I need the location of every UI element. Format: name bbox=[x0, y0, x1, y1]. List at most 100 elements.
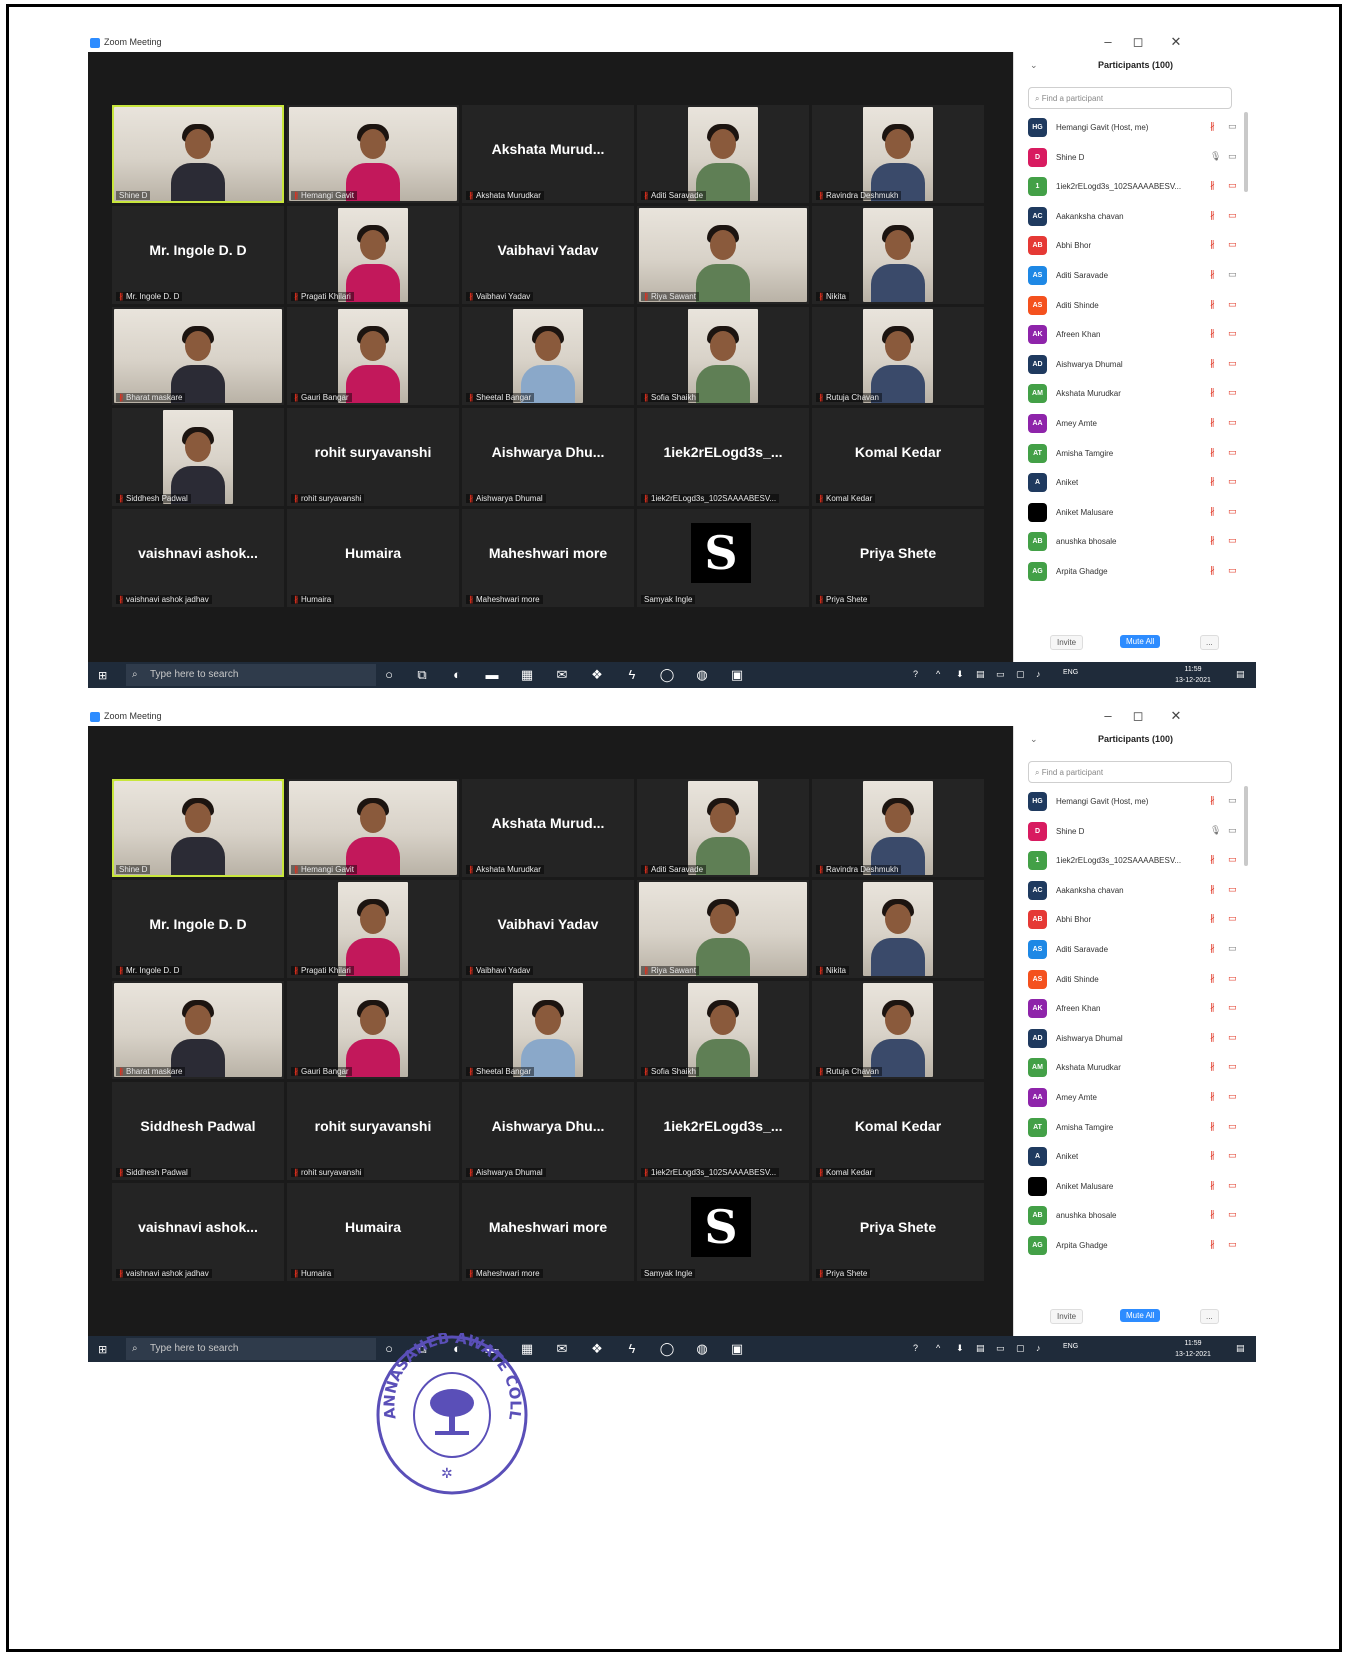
video-tile[interactable]: S Samyak Ingle bbox=[637, 509, 809, 607]
video-tile[interactable]: 1iek2rELogd3s_... ∦ 1iek2rELogd3s_102SAAAA… bbox=[637, 1082, 809, 1180]
windows-start-icon[interactable]: ⊞ bbox=[98, 1343, 107, 1356]
participant-row[interactable]: Aniket Malusare ∦ ▭ bbox=[1028, 499, 1242, 529]
mic-muted-icon[interactable]: ∦ bbox=[1210, 795, 1215, 806]
video-tile[interactable]: ∦ Gauri Bangar bbox=[287, 307, 459, 405]
video-tile[interactable]: ∦ Gauri Bangar bbox=[287, 981, 459, 1079]
chevron-up-icon[interactable]: ^ bbox=[936, 1343, 940, 1353]
edge-icon[interactable]: ◐ bbox=[448, 666, 466, 684]
chat-icon[interactable]: ▢ bbox=[1016, 669, 1025, 680]
camera-off-icon[interactable]: ▭ bbox=[1228, 1180, 1237, 1191]
mic-muted-icon[interactable]: ∦ bbox=[1210, 387, 1215, 398]
video-tile[interactable]: Priya Shete ∦ Priya Shete bbox=[812, 1183, 984, 1281]
video-tile[interactable]: ∦ Aditi Saravade bbox=[637, 779, 809, 877]
language-indicator[interactable]: ENG bbox=[1063, 669, 1078, 676]
mic-muted-icon[interactable]: ∦ bbox=[1210, 1061, 1215, 1072]
video-tile[interactable]: Komal Kedar ∦ Komal Kedar bbox=[812, 408, 984, 506]
video-tile[interactable]: ∦ Aditi Saravade bbox=[637, 105, 809, 203]
video-tile[interactable]: Aishwarya Dhu... ∦ Aishwarya Dhumal bbox=[462, 1082, 634, 1180]
mic-muted-icon[interactable]: ∦ bbox=[1210, 506, 1215, 517]
more-options-button[interactable]: ... bbox=[1200, 635, 1219, 650]
participant-row[interactable]: AD Aishwarya Dhumal ∦ ▭ bbox=[1028, 1025, 1242, 1055]
participant-row[interactable]: AS Aditi Saravade ∦ ▭ bbox=[1028, 262, 1242, 292]
video-tile[interactable]: Priya Shete ∦ Priya Shete bbox=[812, 509, 984, 607]
participant-row[interactable]: A Aniket ∦ ▭ bbox=[1028, 469, 1242, 499]
participant-row[interactable]: AA Amey Amte ∦ ▭ bbox=[1028, 1084, 1242, 1114]
minimize-button[interactable]: – bbox=[1098, 34, 1118, 49]
video-tile[interactable]: vaishnavi ashok... ∦ vaishnavi ashok jadha… bbox=[112, 1183, 284, 1281]
participant-row[interactable]: D Shine D 🎙 ▭ bbox=[1028, 144, 1242, 174]
mic-muted-icon[interactable]: ∦ bbox=[1210, 269, 1215, 280]
file-explorer-icon[interactable]: ▬ bbox=[483, 666, 501, 684]
mic-muted-icon[interactable]: ∦ bbox=[1210, 913, 1215, 924]
camera-on-icon[interactable]: ▭ bbox=[1228, 269, 1237, 280]
calculator-icon[interactable]: ▦ bbox=[518, 666, 536, 684]
mic-muted-icon[interactable]: ∦ bbox=[1210, 358, 1215, 369]
video-tile[interactable]: Humaira ∦ Humaira bbox=[287, 1183, 459, 1281]
camera-off-icon[interactable]: ▭ bbox=[1228, 1209, 1237, 1220]
camera-on-icon[interactable]: ▭ bbox=[1228, 825, 1237, 836]
mic-muted-icon[interactable]: ∦ bbox=[1210, 1180, 1215, 1191]
camera-off-icon[interactable]: ▭ bbox=[1228, 358, 1237, 369]
participant-row[interactable]: HG Hemangi Gavit (Host, me) ∦ ▭ bbox=[1028, 114, 1242, 144]
winamp-icon[interactable]: ϟ bbox=[623, 1340, 641, 1358]
notification-icon[interactable]: ▤ bbox=[1236, 1343, 1245, 1354]
invite-button[interactable]: Invite bbox=[1050, 635, 1084, 650]
taskbar-clock[interactable]: 11:59 13-12-2021 bbox=[1163, 1338, 1223, 1360]
video-tile[interactable]: Akshata Murud... ∦ Akshata Murudkar bbox=[462, 105, 634, 203]
mic-muted-icon[interactable]: ∦ bbox=[1210, 1209, 1215, 1220]
participant-row[interactable]: AA Amey Amte ∦ ▭ bbox=[1028, 410, 1242, 440]
participant-row[interactable]: AS Aditi Shinde ∦ ▭ bbox=[1028, 292, 1242, 322]
mic-muted-icon[interactable]: ∦ bbox=[1210, 180, 1215, 191]
video-tile[interactable]: ∦ Nikita bbox=[812, 206, 984, 304]
mic-muted-icon[interactable]: ∦ bbox=[1210, 535, 1215, 546]
video-tile[interactable]: ∦ Sofia Shaikh bbox=[637, 981, 809, 1079]
camera-on-icon[interactable]: ▭ bbox=[1228, 795, 1237, 806]
volume-icon[interactable]: ♪ bbox=[1036, 669, 1041, 679]
chrome-icon[interactable]: ◍ bbox=[693, 666, 711, 684]
mail-icon[interactable]: ✉ bbox=[553, 666, 571, 684]
video-tile[interactable]: ∦ Pragati Khilari bbox=[287, 880, 459, 978]
mic-muted-icon[interactable]: ∦ bbox=[1210, 299, 1215, 310]
video-tile[interactable]: 1iek2rELogd3s_... ∦ 1iek2rELogd3s_102SAAAA… bbox=[637, 408, 809, 506]
taskbar-search-box[interactable]: ⌕ Type here to search bbox=[126, 664, 376, 686]
language-indicator[interactable]: ENG bbox=[1063, 1343, 1078, 1350]
participant-row[interactable]: AG Arpita Ghadge ∦ ▭ bbox=[1028, 1232, 1242, 1262]
camera-on-icon[interactable]: ▭ bbox=[1228, 943, 1237, 954]
camera-off-icon[interactable]: ▭ bbox=[1228, 387, 1237, 398]
video-tile[interactable]: ∦ Bharat maskare bbox=[112, 307, 284, 405]
network-icon[interactable]: ▤ bbox=[976, 1343, 985, 1354]
participant-row[interactable]: AT Amisha Tamgire ∦ ▭ bbox=[1028, 1114, 1242, 1144]
mic-muted-icon[interactable]: ∦ bbox=[1210, 210, 1215, 221]
camera-off-icon[interactable]: ▭ bbox=[1228, 299, 1237, 310]
help-icon[interactable]: ? bbox=[913, 669, 918, 679]
taskbar-search-box[interactable]: ⌕ Type here to search bbox=[126, 1338, 376, 1360]
camera-off-icon[interactable]: ▭ bbox=[1228, 884, 1237, 895]
video-tile[interactable]: Humaira ∦ Humaira bbox=[287, 509, 459, 607]
camera-off-icon[interactable]: ▭ bbox=[1228, 1150, 1237, 1161]
camera-on-icon[interactable]: ▭ bbox=[1228, 151, 1237, 162]
video-tile[interactable]: Maheshwari more ∦ Maheshwari more bbox=[462, 1183, 634, 1281]
notification-icon[interactable]: ▤ bbox=[1236, 669, 1245, 680]
participant-row[interactable]: AB Abhi Bhor ∦ ▭ bbox=[1028, 906, 1242, 936]
winamp-icon[interactable]: ϟ bbox=[623, 666, 641, 684]
participant-row[interactable]: AB anushka bhosale ∦ ▭ bbox=[1028, 528, 1242, 558]
video-tile[interactable]: ∦ Ravindra Deshmukh bbox=[812, 779, 984, 877]
video-tile[interactable]: ∦ Siddhesh Padwal bbox=[112, 408, 284, 506]
video-tile[interactable]: Mr. Ingole D. D ∦ Mr. Ingole D. D bbox=[112, 880, 284, 978]
cortana-ring-icon[interactable]: ◯ bbox=[658, 666, 676, 684]
camera-off-icon[interactable]: ▭ bbox=[1228, 417, 1237, 428]
dropbox-icon[interactable]: ❖ bbox=[588, 666, 606, 684]
windows-start-icon[interactable]: ⊞ bbox=[98, 669, 107, 682]
video-tile[interactable]: Maheshwari more ∦ Maheshwari more bbox=[462, 509, 634, 607]
camera-off-icon[interactable]: ▭ bbox=[1228, 1032, 1237, 1043]
mic-muted-icon[interactable]: ∦ bbox=[1210, 239, 1215, 250]
camera-off-icon[interactable]: ▭ bbox=[1228, 913, 1237, 924]
camera-off-icon[interactable]: ▭ bbox=[1228, 447, 1237, 458]
zoom-taskbar-icon[interactable]: ▣ bbox=[728, 1340, 746, 1358]
chevron-up-icon[interactable]: ^ bbox=[936, 669, 940, 679]
camera-off-icon[interactable]: ▭ bbox=[1228, 854, 1237, 865]
participant-row[interactable]: AS Aditi Shinde ∦ ▭ bbox=[1028, 966, 1242, 996]
camera-on-icon[interactable]: ▭ bbox=[1228, 121, 1237, 132]
camera-off-icon[interactable]: ▭ bbox=[1228, 506, 1237, 517]
video-tile[interactable]: ∦ Rutuja Chavan bbox=[812, 981, 984, 1079]
